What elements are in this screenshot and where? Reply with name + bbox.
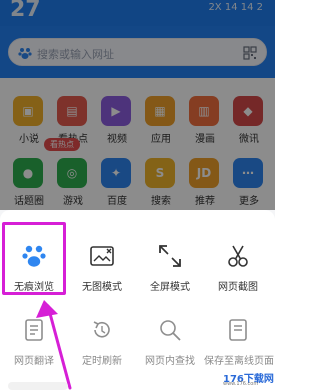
menu-label: 全屏模式 bbox=[150, 282, 190, 293]
translate-icon bbox=[25, 319, 43, 341]
menu-item-no-image[interactable]: 无图模式 bbox=[68, 224, 136, 298]
menu-item-find-in-page[interactable]: 网页内查找 bbox=[136, 298, 204, 372]
watermark: 176下载网 www.176.com bbox=[217, 366, 274, 388]
menu-label: 保存至离线页面 bbox=[204, 356, 274, 367]
save-offline-icon bbox=[229, 319, 247, 341]
scissors-icon bbox=[228, 245, 248, 267]
menu-item-translate[interactable]: 网页翻译 bbox=[0, 298, 68, 372]
menu-label: 网页截图 bbox=[218, 282, 258, 293]
watermark-sub: www.176.com bbox=[223, 381, 259, 387]
incognito-highlight-box bbox=[2, 222, 66, 295]
find-in-page-icon bbox=[160, 320, 181, 341]
no-image-icon bbox=[90, 246, 114, 266]
refresh-icon bbox=[93, 321, 110, 338]
menu-label: 网页内查找 bbox=[145, 356, 195, 367]
menu-item-fullscreen[interactable]: 全屏模式 bbox=[136, 224, 204, 298]
scrollbar[interactable] bbox=[8, 382, 68, 390]
menu-label: 无图模式 bbox=[82, 282, 122, 293]
menu-label: 定时刷新 bbox=[82, 356, 122, 367]
menu-item-screenshot[interactable]: 网页截图 bbox=[204, 224, 272, 298]
fullscreen-icon bbox=[159, 245, 181, 267]
menu-label: 网页翻译 bbox=[14, 356, 54, 367]
dim-overlay[interactable] bbox=[0, 0, 275, 210]
menu-item-timed-refresh[interactable]: 定时刷新 bbox=[68, 298, 136, 372]
menu-item-save-offline[interactable]: 保存至离线页面 bbox=[204, 298, 274, 372]
